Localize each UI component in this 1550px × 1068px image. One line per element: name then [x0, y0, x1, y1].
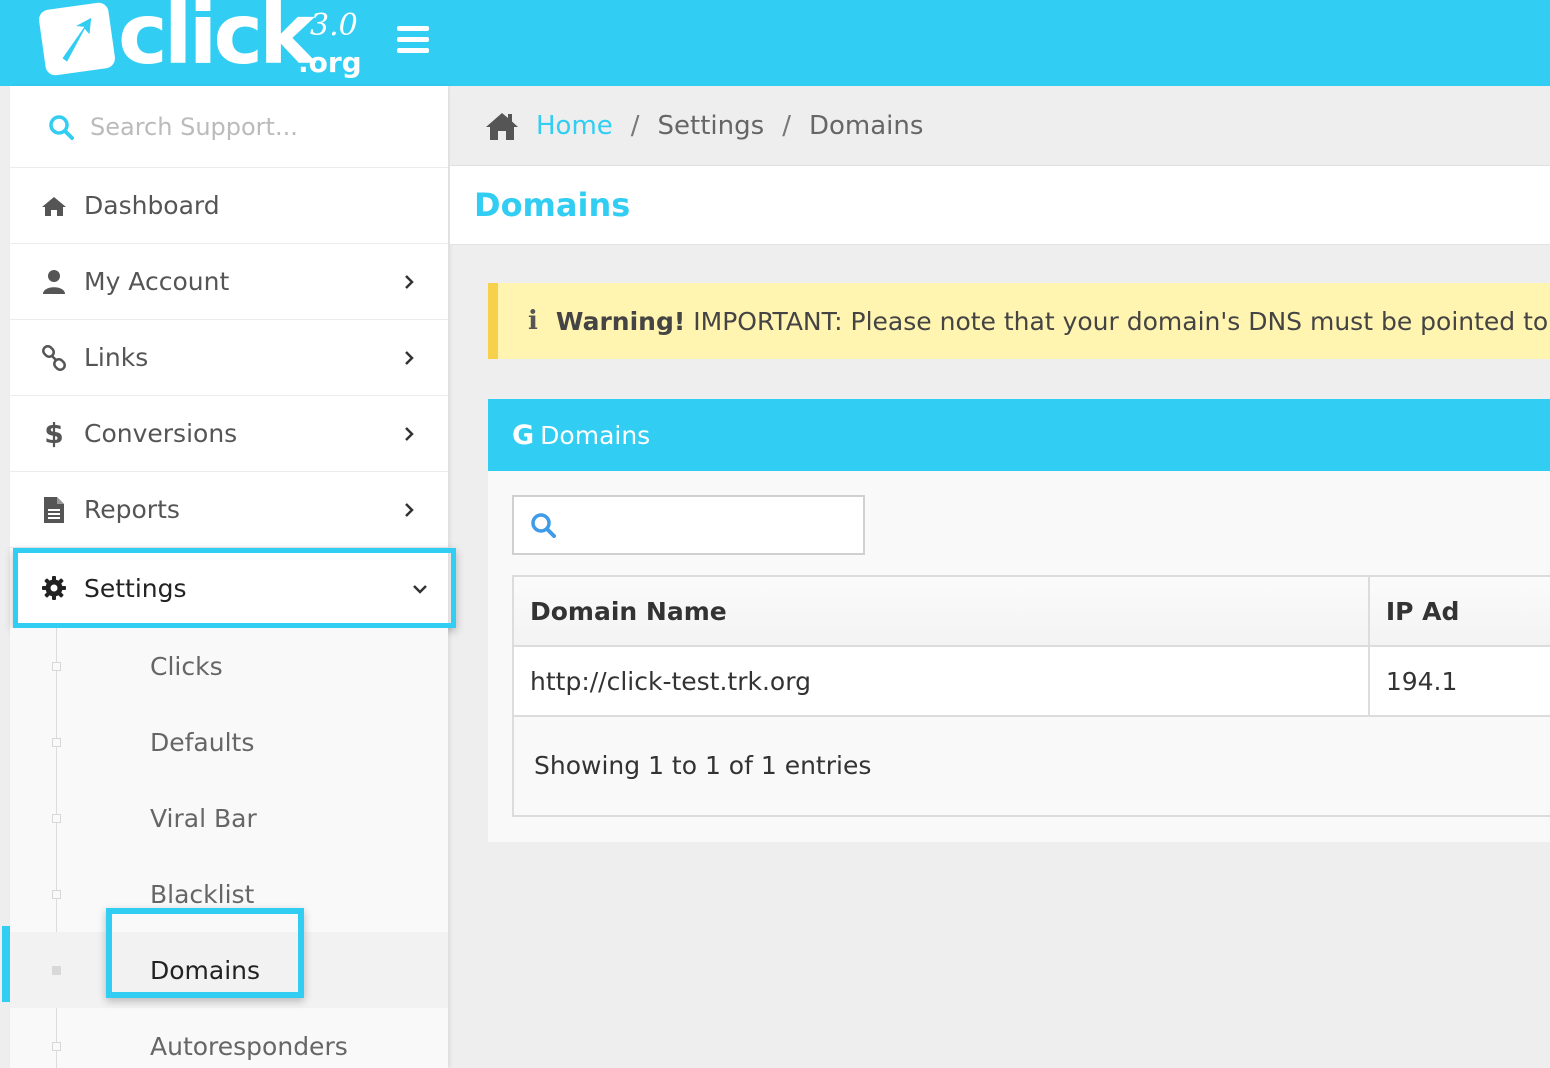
- hamburger-icon[interactable]: [397, 26, 429, 56]
- logo-version: 3.0: [310, 8, 358, 43]
- submenu-item-label: Domains: [150, 955, 261, 985]
- table-search-input[interactable]: [566, 512, 856, 538]
- table-header-row: Domain Name IP Ad: [514, 577, 1550, 647]
- breadcrumb-separator: /: [630, 110, 640, 141]
- g-icon: G: [512, 419, 535, 451]
- sidebar-item-my-account[interactable]: My Account: [10, 244, 448, 320]
- document-icon: [40, 496, 68, 524]
- sidebar-item-conversions[interactable]: $ Conversions: [10, 396, 448, 472]
- dollar-icon: $: [44, 417, 64, 450]
- sidebar-item-label: Reports: [84, 495, 180, 524]
- breadcrumb: Home / Settings / Domains: [450, 86, 1550, 166]
- support-search-input[interactable]: [90, 112, 410, 141]
- top-header: click 3.0 .org: [0, 0, 1550, 86]
- submenu-item-clicks[interactable]: Clicks: [10, 628, 448, 704]
- submenu-item-viral-bar[interactable]: Viral Bar: [10, 780, 448, 856]
- table-row[interactable]: http://click-test.trk.org 194.1: [514, 647, 1550, 717]
- submenu-bullet: [52, 662, 61, 671]
- chevron-right-icon: [405, 275, 414, 289]
- submenu-item-label: Clicks: [150, 651, 223, 681]
- home-icon[interactable]: [484, 111, 520, 141]
- breadcrumb-home-link[interactable]: Home: [536, 111, 613, 141]
- table-search: [512, 495, 865, 555]
- breadcrumb-separator: /: [782, 110, 791, 141]
- domains-panel: G Domains Domain Name IP Ad http://click…: [488, 399, 1550, 842]
- sidebar-item-label: Conversions: [84, 419, 238, 448]
- sidebar: Dashboard My Account Links $ Conversions…: [10, 86, 456, 1068]
- submenu-bullet: [52, 966, 61, 975]
- submenu-item-defaults[interactable]: Defaults: [10, 704, 448, 780]
- logo-wordmark: click: [118, 0, 315, 83]
- search-icon: [49, 114, 74, 140]
- chevron-right-icon: [405, 427, 414, 441]
- alert-text: IMPORTANT: Please note that your domain'…: [693, 306, 1550, 336]
- submenu-bullet: [52, 1042, 61, 1051]
- panel-title: Domains: [540, 420, 651, 450]
- submenu-item-blacklist[interactable]: Blacklist: [10, 856, 448, 932]
- info-icon: i: [528, 306, 538, 336]
- submenu-item-label: Blacklist: [150, 879, 255, 909]
- sidebar-item-reports[interactable]: Reports: [10, 472, 448, 548]
- domain-cell: http://click-test.trk.org: [514, 647, 1370, 715]
- submenu-item-autoresponders[interactable]: Autoresponders: [10, 1008, 448, 1068]
- page-title: Domains: [474, 186, 631, 224]
- sidebar-item-label: Settings: [84, 573, 187, 603]
- sidebar-item-label: Links: [84, 343, 149, 372]
- submenu-item-domains[interactable]: Domains: [10, 932, 448, 1008]
- sidebar-item-dashboard[interactable]: Dashboard: [10, 168, 448, 244]
- active-item-indicator: [2, 926, 10, 1002]
- warning-alert: i Warning! IMPORTANT: Please note that y…: [488, 283, 1550, 359]
- submenu-bullet: [52, 814, 61, 823]
- search-icon: [531, 513, 556, 538]
- sidebar-item-settings[interactable]: Settings: [13, 548, 456, 628]
- sidebar-item-label: Dashboard: [84, 191, 220, 220]
- settings-submenu: Clicks Defaults Viral Bar Blacklist Doma…: [10, 628, 448, 1068]
- column-header-domain-name[interactable]: Domain Name: [514, 577, 1370, 645]
- link-icon: [40, 344, 68, 372]
- domains-table: Domain Name IP Ad http://click-test.trk.…: [512, 575, 1550, 817]
- sidebar-search: [10, 86, 448, 168]
- submenu-item-label: Defaults: [150, 727, 255, 757]
- chevron-right-icon: [405, 503, 414, 517]
- chevron-down-icon: [413, 585, 427, 594]
- gear-icon: [40, 574, 68, 602]
- page-header: Domains: [450, 166, 1550, 245]
- submenu-bullet: [52, 738, 61, 747]
- column-header-ip-address[interactable]: IP Ad: [1370, 577, 1550, 645]
- sidebar-item-label: My Account: [84, 267, 230, 296]
- home-icon: [40, 192, 68, 220]
- panel-header: G Domains: [488, 399, 1550, 471]
- submenu-item-label: Autoresponders: [150, 1031, 348, 1061]
- click-logo[interactable]: click 3.0 .org: [37, 0, 370, 83]
- sidebar-item-links[interactable]: Links: [10, 320, 448, 396]
- logo-tld: .org: [298, 46, 362, 79]
- submenu-bullet: [52, 890, 61, 899]
- breadcrumb-settings[interactable]: Settings: [658, 111, 765, 141]
- table-info: Showing 1 to 1 of 1 entries: [534, 750, 872, 780]
- chevron-right-icon: [405, 351, 414, 365]
- ip-cell: 194.1: [1385, 666, 1458, 696]
- user-icon: [40, 268, 68, 296]
- alert-title: Warning!: [555, 306, 686, 336]
- submenu-item-label: Viral Bar: [150, 803, 257, 833]
- logo-cursor-icon: [37, 1, 117, 77]
- breadcrumb-current: Domains: [808, 110, 924, 141]
